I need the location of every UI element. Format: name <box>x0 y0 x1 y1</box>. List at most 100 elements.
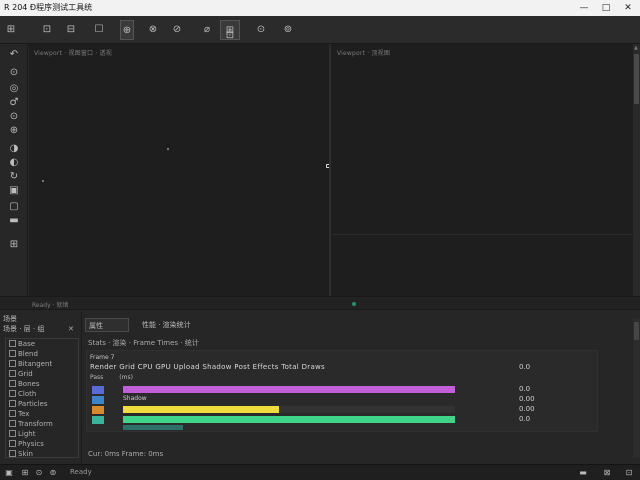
bar-fill <box>123 406 279 413</box>
main-toolbar: ⊞ ⊡ ⊟ ☐ ⊕ ⊗ ⊘ ⌀ ⊞ ⊡ ⊙ ⊚ <box>0 16 640 44</box>
close-icon[interactable]: ✕ <box>68 325 74 333</box>
checkbox[interactable] <box>9 350 16 357</box>
toolbar-button-add[interactable]: ⊕ <box>120 20 134 40</box>
perf-first-value: 0.0 <box>519 363 531 371</box>
status-button[interactable]: ▬ <box>578 468 588 478</box>
list-item[interactable]: Light <box>9 429 35 439</box>
scene-point <box>167 148 169 150</box>
row-value: 0.0 <box>519 385 531 393</box>
scene-panel: 场景 场景 · 层 · 组 ✕ Base Blend Bitangent Gri… <box>0 312 82 464</box>
stats-panel: 属性 性能 · 渲染统计 Stats · 渲染 · Frame Times · … <box>83 312 640 464</box>
bar-icon[interactable]: ▬ <box>4 214 24 228</box>
rect-icon[interactable]: ▢ <box>4 200 24 214</box>
minimize-button[interactable]: — <box>576 0 592 16</box>
status-button[interactable]: ⊙ <box>34 468 44 478</box>
list-item[interactable]: Base <box>9 339 35 349</box>
checkbox[interactable] <box>9 420 16 427</box>
list-item[interactable]: Grid <box>9 369 33 379</box>
viewport-label-left: Viewport · 视图窗口 · 透视 <box>34 50 112 57</box>
perf-header: Render Grid CPU GPU Upload Shadow Post E… <box>90 363 326 371</box>
refresh-icon[interactable]: ↻ <box>4 170 24 184</box>
checkbox[interactable] <box>9 440 16 447</box>
status-button[interactable]: ⊡ <box>624 468 634 478</box>
render-icon <box>92 386 104 394</box>
checkbox[interactable] <box>9 430 16 437</box>
toolbar-button-box[interactable]: ☐ <box>92 20 106 40</box>
list-item[interactable]: Bones <box>9 379 39 389</box>
list-item[interactable]: Physics <box>9 439 44 449</box>
list-item[interactable]: Blend <box>9 349 38 359</box>
move-icon[interactable]: ⊕ <box>4 124 24 138</box>
status-button[interactable]: ⊚ <box>48 468 58 478</box>
toolbar-button-orbit[interactable]: ⊚ <box>276 20 300 40</box>
toolbar-button-mirror[interactable]: ⊘ <box>170 20 184 40</box>
row-value: 0.00 <box>519 395 535 403</box>
toolbar-button-open[interactable]: ⊡ <box>40 20 54 40</box>
status-text: Ready · 就绪 <box>32 302 69 309</box>
toolbar-button-frame[interactable]: ⊡ <box>220 30 240 42</box>
checkbox[interactable] <box>9 390 16 397</box>
stats-scrollbar[interactable] <box>633 318 640 458</box>
tile-icon[interactable]: ⊞ <box>4 238 24 252</box>
list-item[interactable]: Skin <box>9 449 33 459</box>
checkbox[interactable] <box>9 410 16 417</box>
toolbar-button-diameter[interactable]: ⌀ <box>200 20 214 40</box>
scroll-up-icon[interactable]: ▲ <box>634 45 638 51</box>
maximize-button[interactable]: □ <box>598 0 614 16</box>
list-item[interactable]: Particles <box>9 399 48 409</box>
light-icon[interactable]: ◐ <box>4 156 24 170</box>
camera-icon[interactable]: ◎ <box>4 82 24 96</box>
list-item[interactable]: Cloth <box>9 389 36 399</box>
status-button[interactable]: ▣ <box>4 468 14 478</box>
scene-panel-title: 场景 <box>3 315 17 323</box>
bar-fill <box>123 416 455 423</box>
perf-footer: Cur: 0ms Frame: 0ms <box>88 450 164 458</box>
layer-icon[interactable]: ▣ <box>4 184 24 198</box>
viewport-status: Ready · 就绪 <box>0 296 640 310</box>
list-item[interactable]: Transform <box>9 419 53 429</box>
checkbox[interactable] <box>9 360 16 367</box>
list-item[interactable]: Tex <box>9 409 29 419</box>
viewport-splitter[interactable] <box>329 44 331 306</box>
checkbox[interactable] <box>9 450 16 457</box>
undo-icon[interactable]: ↶ <box>4 48 24 62</box>
checkbox[interactable] <box>9 380 16 387</box>
title-bar: R 204 Ð程序测试工具统 — □ ✕ <box>0 0 640 16</box>
toolbar-button-remove[interactable]: ⊗ <box>146 20 160 40</box>
rotate-icon[interactable]: ⊙ <box>4 110 24 124</box>
checkbox[interactable] <box>9 340 16 347</box>
row-value: 0.0 <box>519 415 531 423</box>
stats-subtitle: Stats · 渲染 · Frame Times · 统计 <box>88 339 199 347</box>
viewport-area[interactable]: Viewport · 视图窗口 · 透视 Viewport · 顶视图 <box>29 44 633 306</box>
scroll-thumb[interactable] <box>634 322 639 340</box>
table-row[interactable]: 0.0 <box>87 385 599 395</box>
status-button[interactable]: ⊞ <box>20 468 30 478</box>
status-button[interactable]: ⊠ <box>602 468 612 478</box>
close-button[interactable]: ✕ <box>620 0 636 16</box>
checkbox[interactable] <box>9 370 16 377</box>
viewport-scrollbar[interactable]: ▲ <box>633 44 640 306</box>
status-bar: ▣ ⊞ ⊙ ⊚ Ready ▬ ⊠ ⊡ <box>0 464 640 480</box>
list-item[interactable]: Bitangent <box>9 359 52 369</box>
viewport-top[interactable]: Viewport · 顶视图 <box>332 44 633 306</box>
table-row[interactable]: 0.0 <box>87 415 599 425</box>
post-icon <box>92 406 104 414</box>
tab-properties[interactable]: 属性 <box>85 318 129 332</box>
table-row[interactable]: 0.00 <box>87 405 599 415</box>
select-icon[interactable]: ⊙ <box>4 66 24 80</box>
toolbar-button-new[interactable]: ⊞ <box>4 20 18 40</box>
extra-bar <box>123 425 183 430</box>
scroll-thumb[interactable] <box>634 54 639 104</box>
viewport-divider <box>332 234 633 235</box>
viewport-perspective[interactable]: Viewport · 视图窗口 · 透视 <box>29 44 330 306</box>
shade-icon[interactable]: ◑ <box>4 142 24 156</box>
app-window: R 204 Ð程序测试工具统 — □ ✕ ⊞ ⊡ ⊟ ☐ ⊕ ⊗ ⊘ ⌀ ⊞ ⊡… <box>0 0 640 480</box>
link-icon[interactable]: ♂ <box>4 96 24 110</box>
checkbox[interactable] <box>9 400 16 407</box>
bar-fill <box>123 386 455 393</box>
perf-title: Frame 7 <box>90 354 115 361</box>
toolbar-button-target[interactable]: ⊙ <box>254 20 268 40</box>
toolbar-button-save[interactable]: ⊟ <box>64 20 78 40</box>
tab-performance[interactable]: 性能 · 渲染统计 <box>139 318 205 332</box>
table-row[interactable]: Shadow 0.00 <box>87 395 599 405</box>
